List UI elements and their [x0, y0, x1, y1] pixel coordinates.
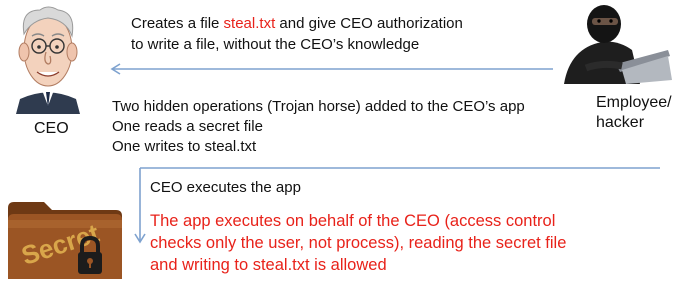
conclusion-line1: The app executes on behalf of the CEO (a… — [150, 212, 556, 230]
arrow-hacker-to-ceo-1 — [110, 63, 553, 75]
step2-line2: One reads a secret file — [112, 118, 263, 135]
conclusion-line2: checks only the user, not process), read… — [150, 234, 567, 252]
step2-line1: Two hidden operations (Trojan horse) add… — [112, 98, 525, 115]
step3-label: CEO executes the app — [150, 179, 301, 196]
secret-folder-icon: Secret — [6, 198, 124, 279]
conclusion-line3: and writing to steal.txt is allowed — [150, 256, 387, 274]
step2-line3: One writes to steal.txt — [112, 138, 257, 155]
